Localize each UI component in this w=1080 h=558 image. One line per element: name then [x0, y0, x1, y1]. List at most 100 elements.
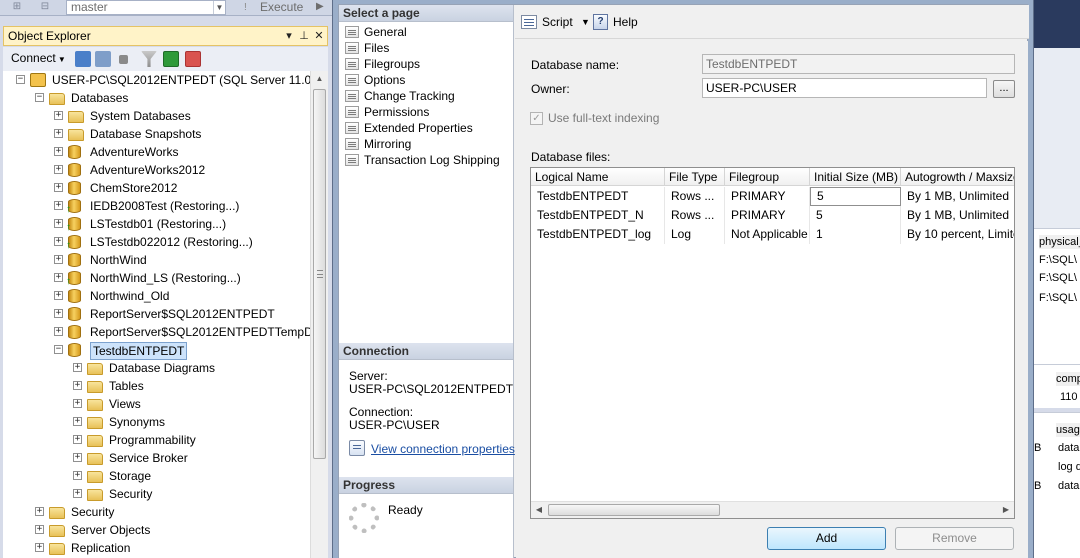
- expand-icon[interactable]: +: [73, 453, 82, 462]
- tree-item[interactable]: − USER-PC\SQL2012ENTPEDT (SQL Server 11.0…: [3, 71, 310, 89]
- tree-item[interactable]: + Northwind_Old: [3, 287, 310, 305]
- table-cell[interactable]: Rows ...: [665, 187, 725, 206]
- expand-icon[interactable]: +: [54, 255, 63, 264]
- scroll-right-icon[interactable]: ▶: [998, 502, 1014, 518]
- tree-item[interactable]: + Tables: [3, 377, 310, 395]
- table-cell[interactable]: By 1 MB, Unlimited: [901, 206, 1014, 225]
- chevron-down-icon[interactable]: ▼: [213, 1, 225, 14]
- collapse-icon[interactable]: −: [16, 75, 25, 84]
- table-cell[interactable]: Not Applicable: [725, 225, 810, 244]
- expand-icon[interactable]: +: [73, 471, 82, 480]
- table-cell[interactable]: TestdbENTPEDT_N: [531, 206, 665, 225]
- expand-icon[interactable]: +: [35, 543, 44, 552]
- expand-icon[interactable]: +: [54, 291, 63, 300]
- script-dropdown-icon[interactable]: ▼: [581, 13, 590, 31]
- view-connection-properties-link[interactable]: View connection properties: [371, 442, 515, 456]
- filter-icon[interactable]: [141, 51, 157, 67]
- stop-icon[interactable]: [119, 55, 128, 64]
- refresh-icon[interactable]: [163, 51, 179, 67]
- tree-item[interactable]: + NorthWind: [3, 251, 310, 269]
- database-selector[interactable]: master ▼: [66, 0, 226, 15]
- tree-item[interactable]: + System Databases: [3, 107, 310, 125]
- expand-icon[interactable]: +: [54, 111, 63, 120]
- tree-item[interactable]: + Service Broker: [3, 449, 310, 467]
- tree-item[interactable]: + ReportServer$SQL2012ENTPEDT: [3, 305, 310, 323]
- tree-item[interactable]: + Storage: [3, 467, 310, 485]
- expand-icon[interactable]: +: [73, 417, 82, 426]
- table-row[interactable]: TestdbENTPEDT_N Rows ... PRIMARY 5 By 1 MB, …: [531, 206, 1014, 225]
- expand-icon[interactable]: +: [54, 183, 63, 192]
- expand-icon[interactable]: +: [54, 219, 63, 228]
- grid-horizontal-scrollbar[interactable]: ◀ ▶: [531, 501, 1014, 518]
- table-cell[interactable]: 5: [810, 187, 901, 206]
- expand-icon[interactable]: +: [73, 363, 82, 372]
- expand-icon[interactable]: +: [54, 327, 63, 336]
- expand-icon[interactable]: +: [54, 129, 63, 138]
- tree-item[interactable]: + Database Snapshots: [3, 125, 310, 143]
- table-row[interactable]: TestdbENTPEDT_log Log Not Applicable 1 By 10…: [531, 225, 1014, 244]
- expand-icon[interactable]: +: [73, 489, 82, 498]
- tree-item[interactable]: + Database Diagrams: [3, 359, 310, 377]
- parse-icon[interactable]: ⊟: [38, 1, 52, 13]
- connect-button[interactable]: Connect ▼: [11, 51, 66, 65]
- expand-icon[interactable]: +: [73, 435, 82, 444]
- disconnect-icon[interactable]: [95, 51, 111, 67]
- table-cell[interactable]: 1: [810, 225, 901, 244]
- tree-item[interactable]: + ↑ IEDB2008Test (Restoring...): [3, 197, 310, 215]
- scrollbar-thumb[interactable]: [548, 504, 720, 516]
- table-cell[interactable]: By 1 MB, Unlimited: [901, 187, 1014, 206]
- dropdown-icon[interactable]: ▾: [283, 29, 295, 43]
- expand-icon[interactable]: +: [54, 147, 63, 156]
- add-button[interactable]: Add: [767, 527, 886, 550]
- column-header[interactable]: Autogrowth / Maxsize: [901, 168, 1014, 186]
- table-cell[interactable]: Log: [665, 225, 725, 244]
- collapse-icon[interactable]: −: [35, 93, 44, 102]
- tree-item[interactable]: + AdventureWorks2012: [3, 161, 310, 179]
- tree-item[interactable]: + Views: [3, 395, 310, 413]
- expand-icon[interactable]: +: [54, 273, 63, 282]
- scroll-up-icon[interactable]: ▲: [311, 71, 328, 87]
- fulltext-checkbox[interactable]: ✓: [530, 112, 543, 125]
- table-cell[interactable]: TestdbENTPEDT: [531, 187, 665, 206]
- expand-icon[interactable]: +: [54, 309, 63, 318]
- expand-icon[interactable]: +: [73, 399, 82, 408]
- help-button[interactable]: ? Help: [593, 13, 638, 31]
- tree-item[interactable]: + ChemStore2012: [3, 179, 310, 197]
- column-header[interactable]: Filegroup: [725, 168, 810, 186]
- activity-monitor-icon[interactable]: [185, 51, 201, 67]
- table-cell[interactable]: Rows ...: [665, 206, 725, 225]
- expand-icon[interactable]: +: [54, 165, 63, 174]
- database-name-field[interactable]: TestdbENTPEDT: [702, 54, 1015, 74]
- close-icon[interactable]: ✕: [313, 29, 325, 43]
- remove-button[interactable]: Remove: [895, 527, 1014, 550]
- execute-button[interactable]: ! Execute: [240, 0, 303, 15]
- expand-icon[interactable]: +: [35, 525, 44, 534]
- expand-icon[interactable]: +: [54, 237, 63, 246]
- owner-browse-button[interactable]: ...: [993, 80, 1015, 98]
- tree-item[interactable]: + ↑ LSTestdb022012 (Restoring...): [3, 233, 310, 251]
- tree-item[interactable]: − TestdbENTPEDT: [3, 341, 310, 360]
- debug-icon[interactable]: ⊞: [10, 1, 24, 13]
- tree-item[interactable]: + Synonyms: [3, 413, 310, 431]
- scroll-left-icon[interactable]: ◀: [531, 502, 547, 518]
- tree-item[interactable]: + Server Objects: [3, 521, 310, 539]
- table-cell[interactable]: By 10 percent, Limited: [901, 225, 1014, 244]
- column-header[interactable]: Logical Name: [531, 168, 665, 186]
- table-row[interactable]: TestdbENTPEDT Rows ... PRIMARY 5 By 1 MB, Un…: [531, 187, 1014, 206]
- tree-item[interactable]: + ↑ LSTestdb01 (Restoring...): [3, 215, 310, 233]
- owner-field[interactable]: USER-PC\USER: [702, 78, 987, 98]
- table-cell[interactable]: PRIMARY: [725, 206, 810, 225]
- expand-icon[interactable]: +: [35, 507, 44, 516]
- play-icon[interactable]: ▶: [316, 1, 324, 12]
- expand-icon[interactable]: +: [54, 201, 63, 210]
- table-cell[interactable]: 5: [810, 206, 901, 225]
- tree-item[interactable]: + AdventureWorks: [3, 143, 310, 161]
- expand-icon[interactable]: +: [73, 381, 82, 390]
- connect-object-explorer-icon[interactable]: [75, 51, 91, 67]
- scrollbar-thumb[interactable]: [313, 89, 326, 459]
- column-header[interactable]: Initial Size (MB): [810, 168, 901, 186]
- tree-item[interactable]: + Programmability: [3, 431, 310, 449]
- tree-item[interactable]: + Security: [3, 503, 310, 521]
- collapse-icon[interactable]: −: [54, 345, 63, 354]
- script-button[interactable]: Script: [521, 13, 573, 31]
